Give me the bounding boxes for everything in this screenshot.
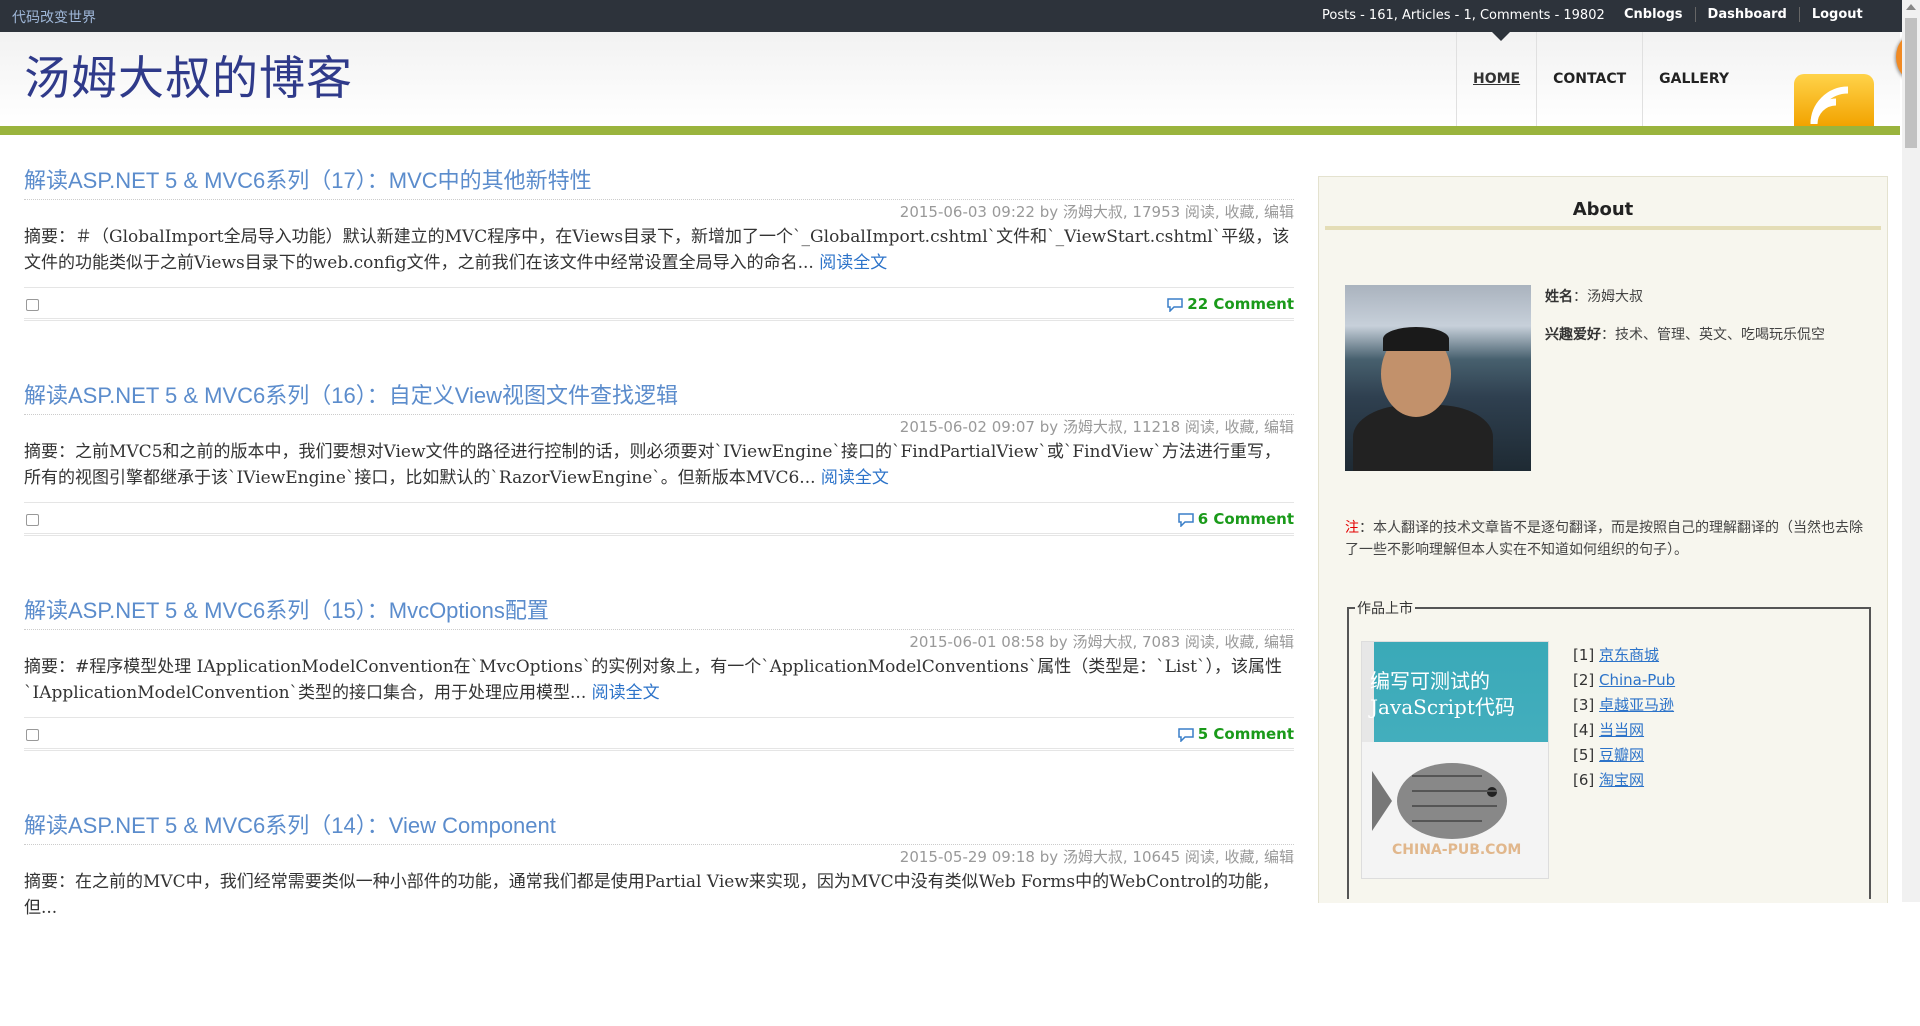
- store-link-amazon[interactable]: 卓越亚马逊: [1599, 696, 1674, 714]
- store-list: [1] 京东商城 [2] China-Pub [3] 卓越亚马逊 [4] 当当网…: [1573, 643, 1675, 793]
- post-footer: 5 Comment: [24, 717, 1294, 751]
- post-summary-text: 摘要：＃（GlobalImport全局导入功能）默认新建立的MVC程序中，在Vi…: [24, 227, 1290, 273]
- top-bar: 代码改变世界 Posts - 161, Articles - 1, Commen…: [0, 0, 1920, 32]
- sidebar: About 姓名：汤姆大叔 兴趣爱好：技术、管理、英文、吃喝玩乐侃空 注：本人翻…: [1318, 176, 1888, 903]
- post-title-link[interactable]: 解读ASP.NET 5 & MVC6系列（14）：View Component: [24, 811, 1294, 841]
- store-link-dangdang[interactable]: 当当网: [1599, 721, 1644, 739]
- arrow-icon[interactable]: [26, 729, 39, 741]
- read-more-link[interactable]: 阅读全文: [819, 253, 887, 273]
- profile-name: 姓名：汤姆大叔: [1545, 289, 1643, 305]
- nav-home[interactable]: HOME: [1456, 32, 1536, 126]
- store-item: [6] 淘宝网: [1573, 771, 1645, 789]
- book-cover-image[interactable]: 编写可测试的 JavaScript代码 CHINA-PUB.COM: [1361, 641, 1549, 879]
- profile-info: 姓名：汤姆大叔 兴趣爱好：技术、管理、英文、吃喝玩乐侃空: [1545, 287, 1825, 363]
- book-cover-title: 编写可测试的 JavaScript代码: [1370, 669, 1515, 719]
- store-link-taobao[interactable]: 淘宝网: [1599, 771, 1644, 789]
- post-title-link[interactable]: 解读ASP.NET 5 & MVC6系列（17）：MVC中的其他新特性: [24, 166, 1294, 196]
- store-item: [2] China-Pub: [1573, 671, 1676, 689]
- arrow-icon[interactable]: [26, 514, 39, 526]
- store-item: [1] 京东商城: [1573, 646, 1660, 664]
- post-summary: 摘要：＃（GlobalImport全局导入功能）默认新建立的MVC程序中，在Vi…: [24, 224, 1294, 276]
- post-summary: 摘要：之前MVC5和之前的版本中，我们要想对View文件的路径进行控制的话，则必…: [24, 439, 1294, 491]
- read-more-link[interactable]: 阅读全文: [821, 468, 889, 488]
- scrollbar-thumb[interactable]: [1905, 18, 1917, 148]
- post-item: 解读ASP.NET 5 & MVC6系列（17）：MVC中的其他新特性 2015…: [24, 166, 1294, 381]
- nav-active-indicator: [1492, 32, 1510, 41]
- store-item: [4] 当当网: [1573, 721, 1645, 739]
- store-item: [3] 卓越亚马逊: [1573, 696, 1675, 714]
- post-footer: 22 Comment: [24, 287, 1294, 321]
- post-meta: 2015-06-01 08:58 by 汤姆大叔, 7083 阅读, 收藏, 编…: [24, 629, 1294, 652]
- avatar: [1345, 285, 1531, 471]
- post-list: 解读ASP.NET 5 & MVC6系列（17）：MVC中的其他新特性 2015…: [24, 166, 1294, 1026]
- post-summary-text: 摘要：之前MVC5和之前的版本中，我们要想对View文件的路径进行控制的话，则必…: [24, 442, 1281, 488]
- store-link-chinapub[interactable]: China-Pub: [1599, 671, 1675, 689]
- comment-count[interactable]: 6 Comment: [1198, 510, 1294, 528]
- comment-count[interactable]: 5 Comment: [1198, 725, 1294, 743]
- post-meta: 2015-05-29 09:18 by 汤姆大叔, 10645 阅读, 收藏, …: [24, 844, 1294, 867]
- note-label: 注: [1345, 520, 1359, 536]
- arrow-icon[interactable]: [26, 299, 39, 311]
- translation-note: 注：本人翻译的技术文章皆不是逐句翻译，而是按照自己的理解翻译的（当然也去除了一些…: [1345, 520, 1863, 558]
- comment-icon: [1167, 297, 1184, 312]
- comment-icon: [1177, 512, 1194, 527]
- post-summary-text: 摘要：在之前的MVC中，我们经常需要类似一种小部件的功能，通常我们都是使用Par…: [24, 872, 1279, 918]
- post-title-link[interactable]: 解读ASP.NET 5 & MVC6系列（15）：MvcOptions配置: [24, 596, 1294, 626]
- page-scrollbar[interactable]: [1902, 0, 1920, 902]
- post-meta: 2015-06-03 09:22 by 汤姆大叔, 17953 阅读, 收藏, …: [24, 199, 1294, 222]
- note-text: 本人翻译的技术文章皆不是逐句翻译，而是按照自己的理解翻译的（当然也去除了一些不影…: [1345, 520, 1863, 558]
- store-link-jd[interactable]: 京东商城: [1599, 646, 1659, 664]
- post-item: 解读ASP.NET 5 & MVC6系列（16）：自定义View视图文件查找逻辑…: [24, 381, 1294, 596]
- fish-illustration: [1372, 763, 1507, 839]
- comments-link[interactable]: 22 Comment: [1167, 295, 1294, 313]
- dashboard-link[interactable]: Dashboard: [1694, 7, 1799, 22]
- comments-link[interactable]: 6 Comment: [1177, 510, 1294, 528]
- post-meta: 2015-06-02 09:07 by 汤姆大叔, 11218 阅读, 收藏, …: [24, 414, 1294, 437]
- post-item: 解读ASP.NET 5 & MVC6系列（15）：MvcOptions配置 20…: [24, 596, 1294, 811]
- comment-count[interactable]: 22 Comment: [1187, 295, 1294, 313]
- cnblogs-link[interactable]: Cnblogs: [1612, 7, 1695, 22]
- top-links: Cnblogs Dashboard Logout: [1612, 7, 1875, 22]
- blog-stats: Posts - 161, Articles - 1, Comments - 19…: [1322, 8, 1605, 23]
- blog-title[interactable]: 汤姆大叔的博客: [24, 42, 353, 108]
- comment-icon: [1177, 727, 1194, 742]
- main-nav: HOME CONTACT GALLERY: [1456, 32, 1745, 126]
- store-item: [5] 豆瓣网: [1573, 746, 1645, 764]
- post-footer: 6 Comment: [24, 502, 1294, 536]
- rss-icon[interactable]: [1794, 74, 1874, 126]
- site-slogan-link[interactable]: 代码改变世界: [12, 7, 96, 27]
- nav-gallery[interactable]: GALLERY: [1642, 32, 1745, 126]
- post-summary: 摘要：在之前的MVC中，我们经常需要类似一种小部件的功能，通常我们都是使用Par…: [24, 869, 1294, 921]
- nav-contact[interactable]: CONTACT: [1536, 32, 1642, 126]
- profile-hobby: 兴趣爱好：技术、管理、英文、吃喝玩乐侃空: [1545, 327, 1825, 343]
- comments-link[interactable]: 5 Comment: [1177, 725, 1294, 743]
- store-link-douban[interactable]: 豆瓣网: [1599, 746, 1644, 764]
- post-title-link[interactable]: 解读ASP.NET 5 & MVC6系列（16）：自定义View视图文件查找逻辑: [24, 381, 1294, 411]
- scroll-up-icon[interactable]: [1906, 4, 1916, 10]
- header-divider: [0, 126, 1900, 135]
- post-summary: 摘要：#程序模型处理 IApplicationModelConvention在`…: [24, 654, 1294, 706]
- about-heading: About: [1325, 199, 1881, 230]
- read-more-link[interactable]: 阅读全文: [592, 683, 660, 703]
- books-legend: 作品上市: [1355, 598, 1415, 618]
- logout-link[interactable]: Logout: [1798, 7, 1875, 22]
- book-watermark: CHINA-PUB.COM: [1392, 842, 1522, 858]
- post-item: 解读ASP.NET 5 & MVC6系列（14）：View Component …: [24, 811, 1294, 1026]
- books-box: 作品上市 编写可测试的 JavaScript代码 CHINA-PUB.COM […: [1347, 598, 1871, 899]
